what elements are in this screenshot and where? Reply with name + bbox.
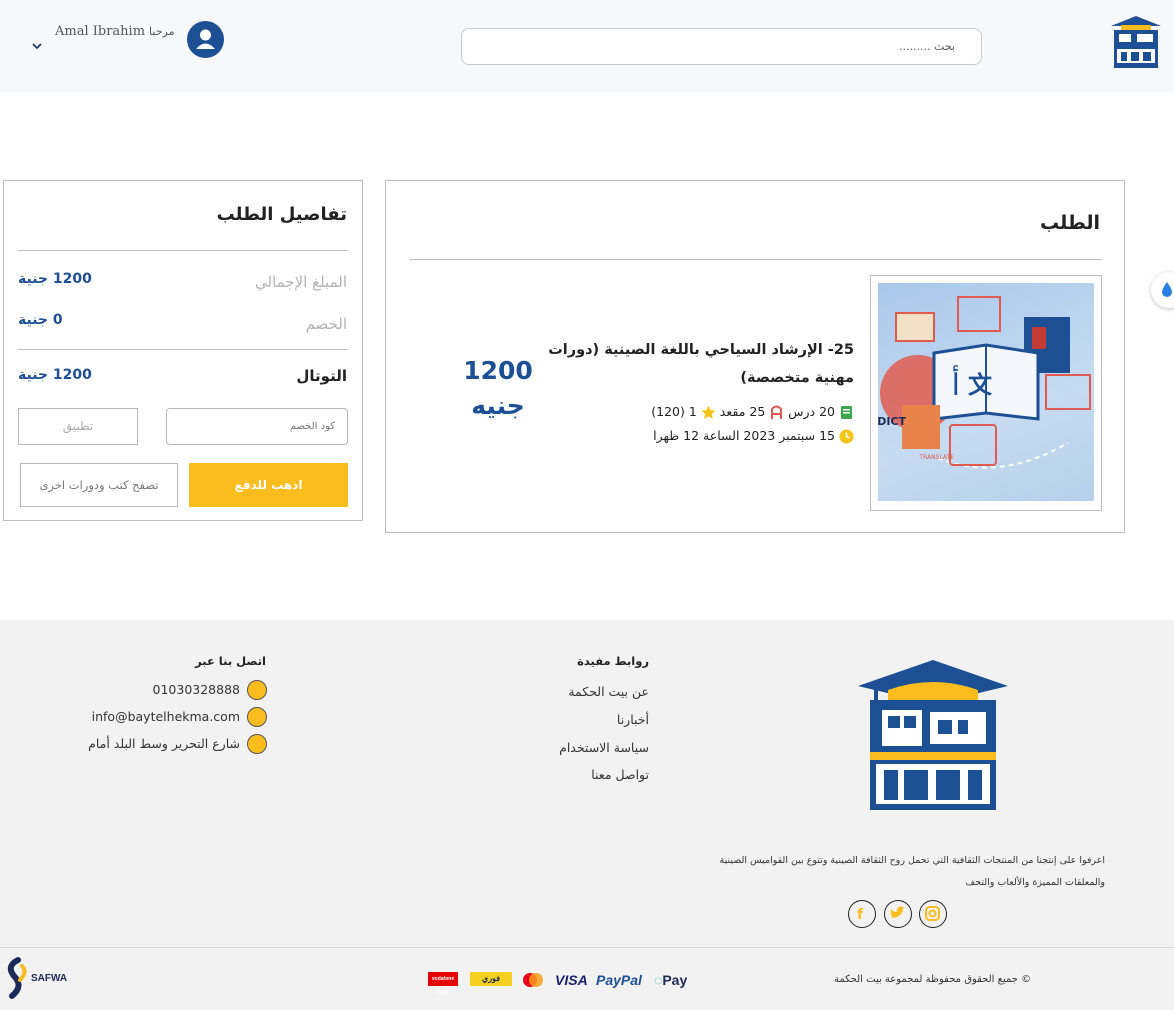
- visa-logo: VISA: [555, 972, 588, 988]
- footer-link-about[interactable]: عن بيت الحكمة: [568, 684, 649, 699]
- twitter-icon[interactable]: [884, 900, 912, 928]
- footer-divider: [0, 947, 1174, 948]
- book-icon: [841, 406, 852, 419]
- svg-text:DICT: DICT: [878, 415, 906, 428]
- discount-label: الخصم: [305, 315, 347, 333]
- course-title[interactable]: 25- الإرشاد السياحي باللغة الصينية (دورا…: [534, 336, 854, 392]
- search-box[interactable]: [461, 28, 982, 65]
- partner-name: SAFWA: [31, 973, 68, 984]
- lessons-count: 20 درس: [788, 404, 836, 419]
- grand-total-label: التوتال: [296, 367, 347, 385]
- copyright-text: © جميع الحقوق محفوظة لمجموعة بيت الحكمة: [834, 974, 1032, 985]
- contact-heading: اتصل بنا عبر: [195, 654, 266, 668]
- search-input[interactable]: [462, 29, 981, 64]
- order-title: الطلب: [1039, 212, 1100, 234]
- course-image[interactable]: أ 文 DICT TRANSLATE: [870, 275, 1102, 511]
- order-card: الطلب أ 文 DICT TRANSLATE 25- الإرشاد الس…: [385, 180, 1125, 533]
- star-icon: [701, 405, 716, 419]
- summary-title: تفاصيل الطلب: [216, 204, 347, 225]
- top-header: Amal Ibrahimمرحبا: [0, 0, 1174, 93]
- user-name: Amal Ibrahim: [55, 24, 146, 39]
- course-meta-row: 20 درس 25 مقعد 1 (120): [651, 404, 854, 420]
- logo-icon[interactable]: [1111, 16, 1161, 70]
- welcome-text: مرحبا: [149, 25, 175, 38]
- svg-text:أ: أ: [952, 365, 960, 403]
- total-amount-value: 1200 جنية: [18, 271, 92, 287]
- user-greeting[interactable]: Amal Ibrahim مرحبا: [55, 24, 174, 39]
- opay-logo: ◌Pay: [654, 972, 688, 988]
- svg-text:f: f: [857, 907, 864, 923]
- chevron-down-icon[interactable]: [29, 39, 45, 53]
- clock-icon: [839, 429, 854, 444]
- seat-icon: [771, 405, 783, 419]
- footer-logo-icon: [858, 660, 1008, 810]
- course-date-row: 15 سبتمبر 2023 الساعة 12 ظهرا: [653, 428, 854, 444]
- user-avatar[interactable]: [187, 21, 224, 58]
- browse-more-button[interactable]: تصفح كتب ودورات اخرى: [20, 463, 178, 507]
- grand-total-value: 1200 جنية: [18, 367, 92, 383]
- apply-coupon-button[interactable]: تطبيق: [18, 408, 138, 445]
- contact-phone[interactable]: 01030328888: [153, 682, 240, 697]
- email-icon: [247, 707, 267, 727]
- go-to-payment-button[interactable]: اذهب للدفع: [189, 463, 348, 507]
- rating: 1 (120): [651, 404, 697, 419]
- total-amount-label: المبلغ الإجمالي: [255, 273, 347, 291]
- useful-links-heading: روابط مفيدة: [577, 654, 649, 668]
- facebook-icon[interactable]: f: [848, 900, 876, 928]
- course-price: 1200 جنيه: [448, 353, 548, 423]
- discount-value: 0 جنية: [18, 312, 63, 328]
- seats-count: 25 مقعد: [719, 404, 766, 419]
- location-icon: [247, 734, 267, 754]
- mastercard-icon: [523, 973, 543, 987]
- phone-icon: [247, 680, 267, 700]
- instagram-icon[interactable]: [919, 900, 947, 928]
- user-icon: [196, 29, 215, 49]
- coupon-input[interactable]: [166, 408, 348, 445]
- droplet-icon: [1162, 282, 1172, 297]
- divider: [18, 250, 348, 251]
- opay-text: Pay: [662, 972, 688, 988]
- divider: [18, 349, 348, 350]
- footer-link-news[interactable]: أخبارنا: [617, 712, 649, 727]
- order-summary-card: تفاصيل الطلب المبلغ الإجمالي 1200 جنية ا…: [3, 180, 363, 521]
- accessibility-button[interactable]: [1151, 272, 1174, 308]
- svg-text:文: 文: [968, 371, 993, 399]
- footer-link-contact[interactable]: تواصل معنا: [591, 767, 649, 782]
- svg-text:TRANSLATE: TRANSLATE: [918, 454, 954, 461]
- footer-about-text: اعرفوا على إنتجنا من المنتجات الثقافية ا…: [719, 855, 1105, 888]
- course-illustration: أ 文 DICT TRANSLATE: [877, 296, 1091, 469]
- course-date: 15 سبتمبر 2023 الساعة 12 ظهرا: [653, 428, 836, 443]
- divider: [409, 259, 1102, 260]
- contact-address: شارع التحرير وسط البلد أمام: [88, 736, 240, 751]
- price-number: 1200: [463, 356, 533, 385]
- fawry-logo: فوري: [470, 972, 512, 986]
- paypal-logo: PayPal: [596, 972, 642, 988]
- contact-email[interactable]: info@baytelhekma.com: [92, 709, 240, 724]
- vodafone-cash-logo: vodafone cash: [428, 972, 458, 996]
- price-currency: جنيه: [471, 391, 525, 420]
- footer-link-policy[interactable]: سياسة الاستخدام: [559, 740, 649, 755]
